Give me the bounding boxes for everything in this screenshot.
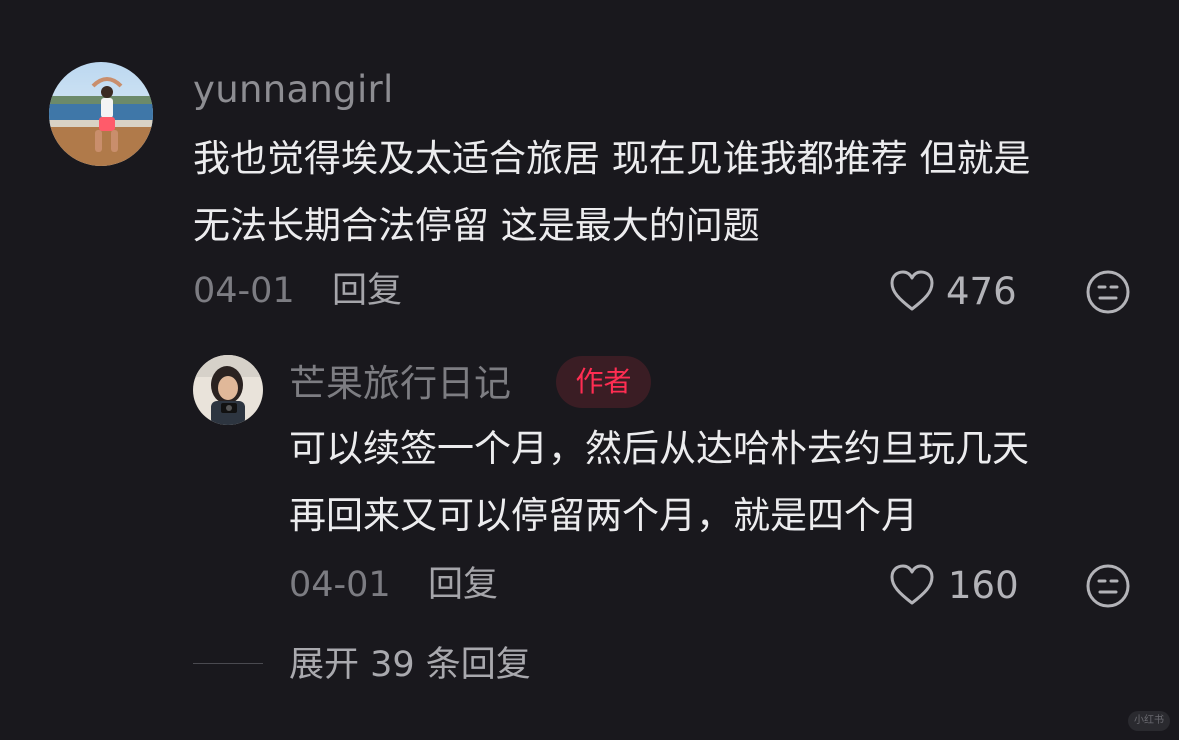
reply-avatar[interactable] [193,355,263,425]
heart-icon[interactable] [889,563,935,607]
face-icon[interactable] [1085,563,1131,609]
comment-reply-button[interactable]: 回复 [332,271,402,311]
comment-date: 04-01 [193,271,295,311]
reply-username[interactable]: 芒果旅行日记 [289,362,511,406]
face-icon[interactable] [1085,269,1131,315]
watermark: 小红书 [1128,711,1170,731]
author-badge: 作者 [556,356,651,408]
reply-reply-button[interactable]: 回复 [428,565,498,605]
like-count: 160 [948,564,1019,607]
reply-date: 04-01 [289,565,391,605]
divider [193,663,263,664]
reply-text: 可以续签一个月，然后从达哈朴去约旦玩几天 再回来又可以停留两个月，就是四个月 [289,427,1029,537]
comment-text: 我也觉得埃及太适合旅居 现在见谁我都推荐 但就是 无法长期合法停留 这是最大的问… [193,137,1031,247]
comment-username[interactable]: yunnangirl [193,68,394,112]
avatar[interactable] [49,62,153,166]
expand-replies-button[interactable]: 展开 39 条回复 [289,644,531,686]
heart-icon[interactable] [889,269,935,313]
like-count: 476 [946,270,1017,313]
